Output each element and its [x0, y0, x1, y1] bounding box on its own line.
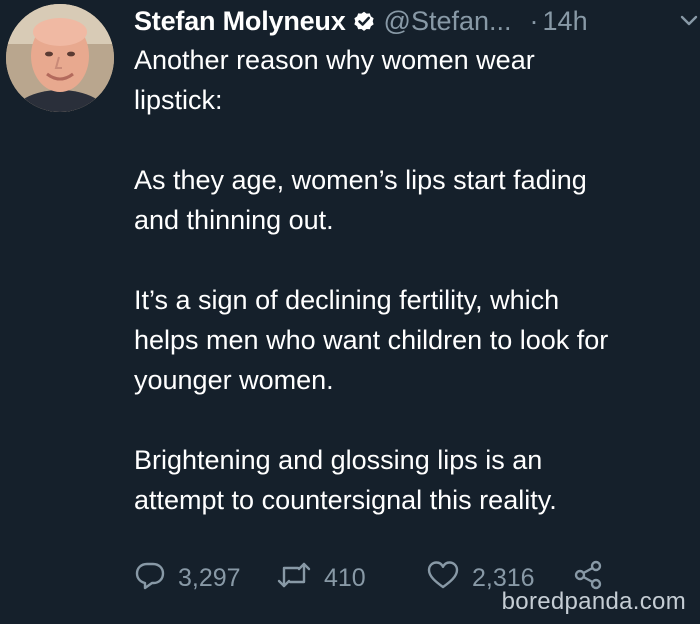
retweet-button[interactable]: 410: [276, 558, 366, 598]
verified-badge-icon: [352, 9, 376, 33]
header-separator: ·: [529, 5, 539, 36]
avatar[interactable]: [6, 4, 114, 112]
heart-icon: [426, 559, 472, 598]
retweet-count: 410: [324, 563, 366, 592]
chevron-down-icon[interactable]: [680, 14, 698, 26]
author-handle[interactable]: @Stefan...: [384, 6, 512, 37]
tweet-paragraph: As they age, women’s lips start fading a…: [134, 165, 587, 235]
author-name[interactable]: Stefan Molyneux: [134, 6, 346, 37]
reply-button[interactable]: 3,297: [134, 558, 241, 598]
tweet: Stefan Molyneux @Stefan... · 14h Another…: [0, 0, 700, 624]
tweet-paragraph: It’s a sign of declining fertility, whic…: [134, 285, 609, 395]
tweet-header: Stefan Molyneux @Stefan... · 14h: [134, 2, 700, 40]
tweet-paragraph: Brightening and glossing lips is an atte…: [134, 445, 557, 515]
watermark: boredpanda.com: [501, 588, 686, 615]
tweet-timestamp[interactable]: 14h: [543, 6, 588, 37]
tweet-text: Another reason why women wear lipstick: …: [134, 40, 690, 560]
reply-count: 3,297: [178, 563, 241, 592]
tweet-paragraph: Another reason why women wear lipstick:: [134, 45, 535, 115]
reply-icon: [134, 559, 178, 598]
retweet-icon: [276, 559, 324, 598]
